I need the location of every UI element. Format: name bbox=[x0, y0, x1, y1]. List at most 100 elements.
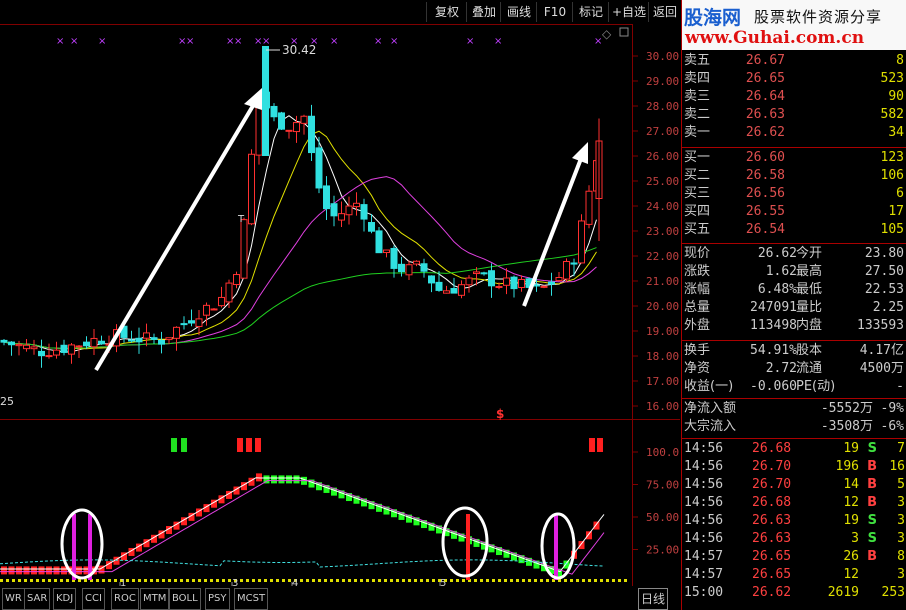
baseline-dot bbox=[60, 579, 63, 582]
ind-y-tick-label: 100.0 bbox=[646, 446, 679, 459]
tick-count: 3 bbox=[897, 495, 905, 510]
tick-side: S bbox=[867, 531, 877, 546]
candle-body bbox=[218, 296, 225, 307]
indicator-bar bbox=[53, 566, 60, 575]
tick-side: B bbox=[867, 477, 877, 492]
y-tick-label: 27.00 bbox=[646, 125, 679, 138]
baseline-dot bbox=[336, 579, 339, 582]
indicator-tab-roc[interactable]: ROC bbox=[111, 588, 139, 610]
highlight-spike bbox=[72, 514, 76, 580]
candle-body bbox=[555, 277, 563, 282]
ask-label: 卖五 bbox=[684, 53, 711, 68]
ask-label: 卖四 bbox=[684, 71, 711, 86]
quote-value: 1.62 bbox=[765, 264, 797, 279]
quote-label: 总量 bbox=[684, 300, 711, 315]
baseline-dot bbox=[12, 579, 15, 582]
signal-block bbox=[589, 438, 595, 452]
indicator-tab-mtm[interactable]: MTM bbox=[140, 588, 170, 610]
tick-row: 14:56 26.63 3 S 3 bbox=[682, 530, 906, 548]
baseline-dot bbox=[594, 579, 597, 582]
flow-row: 大宗流入 -3508万 -6% bbox=[682, 418, 906, 436]
stat-value: 2.72 bbox=[765, 361, 797, 376]
candle-body bbox=[285, 129, 293, 132]
candle-body bbox=[195, 318, 203, 327]
add-watchlist-button[interactable]: +自选 bbox=[608, 2, 649, 22]
f10-button[interactable]: F10 bbox=[536, 2, 573, 22]
tick-time: 15:00 bbox=[684, 585, 724, 600]
candle-body bbox=[300, 115, 308, 124]
baseline-dot bbox=[282, 579, 285, 582]
candle-body bbox=[518, 278, 525, 289]
baseline-dot bbox=[132, 579, 135, 582]
baseline-dot bbox=[600, 579, 603, 582]
signal-x-marker: × bbox=[466, 36, 474, 47]
ask-price: 26.64 bbox=[745, 89, 785, 104]
candle-body bbox=[488, 270, 495, 287]
tick-volume: 2619 bbox=[827, 585, 859, 600]
restore-rights-button[interactable]: 复权 bbox=[426, 2, 467, 22]
period-daily-button[interactable]: 日线 bbox=[638, 588, 669, 610]
candle-body bbox=[225, 282, 233, 303]
baseline-dot bbox=[162, 579, 165, 582]
signal-x-marker: × bbox=[374, 36, 382, 47]
stat-label: PE(动) bbox=[796, 379, 836, 394]
indicator-bar bbox=[1, 566, 7, 575]
y-tick-label: 22.00 bbox=[646, 250, 679, 263]
baseline-dot bbox=[30, 579, 33, 582]
candle-body bbox=[233, 274, 240, 286]
tick-count: 253 bbox=[881, 585, 905, 600]
stat-row: 净资 2.72 流通 4500万 bbox=[682, 360, 906, 378]
diamond-icon[interactable]: ◇ bbox=[602, 27, 612, 41]
candle-body bbox=[128, 339, 135, 342]
indicator-tab-bar: WR SAR KDJ CCI ROC MTM BOLL PSY MCST 日线 bbox=[0, 586, 680, 610]
ask-volume: 523 bbox=[880, 71, 904, 86]
quote-value: 22.53 bbox=[864, 282, 904, 297]
candle-body bbox=[270, 105, 278, 118]
baseline-dot bbox=[24, 579, 27, 582]
indicator-chart[interactable]: 100.0 75.00 50.00 25.00 1 3 4 5 bbox=[0, 420, 680, 586]
candle-body bbox=[330, 203, 338, 217]
ask-row: 卖三 26.64 90 bbox=[682, 88, 906, 106]
signal-block bbox=[237, 438, 243, 452]
mark-button[interactable]: 标记 bbox=[572, 2, 609, 22]
candle-body bbox=[150, 337, 158, 340]
candle-body bbox=[383, 249, 390, 254]
baseline-dot bbox=[270, 579, 273, 582]
logo-subtitle: 股票软件资源分享 bbox=[754, 8, 883, 26]
ask-label: 卖二 bbox=[684, 107, 711, 122]
baseline-dot bbox=[624, 579, 627, 582]
indicator-tab-cci[interactable]: CCI bbox=[82, 588, 105, 610]
indicator-tab-kdj[interactable]: KDJ bbox=[53, 588, 77, 610]
candle-body bbox=[435, 281, 443, 291]
signal-x-marker: × bbox=[262, 36, 270, 47]
bid-label: 买三 bbox=[684, 186, 711, 201]
indicator-tab-psy[interactable]: PSY bbox=[205, 588, 230, 610]
candle-body bbox=[8, 341, 15, 346]
tick-time: 14:57 bbox=[684, 549, 724, 564]
baseline-dot bbox=[204, 579, 207, 582]
indicator-tab-sar[interactable]: SAR bbox=[24, 588, 51, 610]
quote-label: 现价 bbox=[684, 246, 711, 261]
bid-row: 买二 26.58 106 bbox=[682, 167, 906, 185]
logo-url: www.Guhai.com.cn bbox=[685, 28, 865, 48]
baseline-dot bbox=[264, 579, 267, 582]
candlestick-chart[interactable]: × × × × × × × × × × × × × × × × × 30.42 25 $ T ◇ 30.0029… bbox=[0, 24, 680, 420]
overlay-button[interactable]: 叠加 bbox=[466, 2, 501, 22]
draw-line-button[interactable]: 画线 bbox=[500, 2, 537, 22]
indicator-tab-boll[interactable]: BOLL bbox=[169, 588, 201, 610]
indicator-tab-wr[interactable]: WR bbox=[2, 588, 25, 610]
bid-price: 26.58 bbox=[745, 168, 785, 183]
baseline-dot bbox=[126, 579, 129, 582]
candle-body bbox=[368, 222, 375, 232]
back-button[interactable]: 返回 bbox=[648, 2, 681, 22]
baseline-dot bbox=[174, 579, 177, 582]
candle-body bbox=[473, 271, 480, 275]
tick-side: B bbox=[867, 549, 877, 564]
candle-body bbox=[360, 204, 368, 220]
indicator-tab-mcst[interactable]: MCST bbox=[234, 588, 269, 610]
tick-row: 14:56 26.68 12 B 3 bbox=[682, 494, 906, 512]
highlight-spike bbox=[554, 514, 558, 580]
candle-body bbox=[413, 260, 420, 265]
bid-volume: 6 bbox=[896, 186, 904, 201]
tick-price: 26.70 bbox=[752, 477, 792, 492]
